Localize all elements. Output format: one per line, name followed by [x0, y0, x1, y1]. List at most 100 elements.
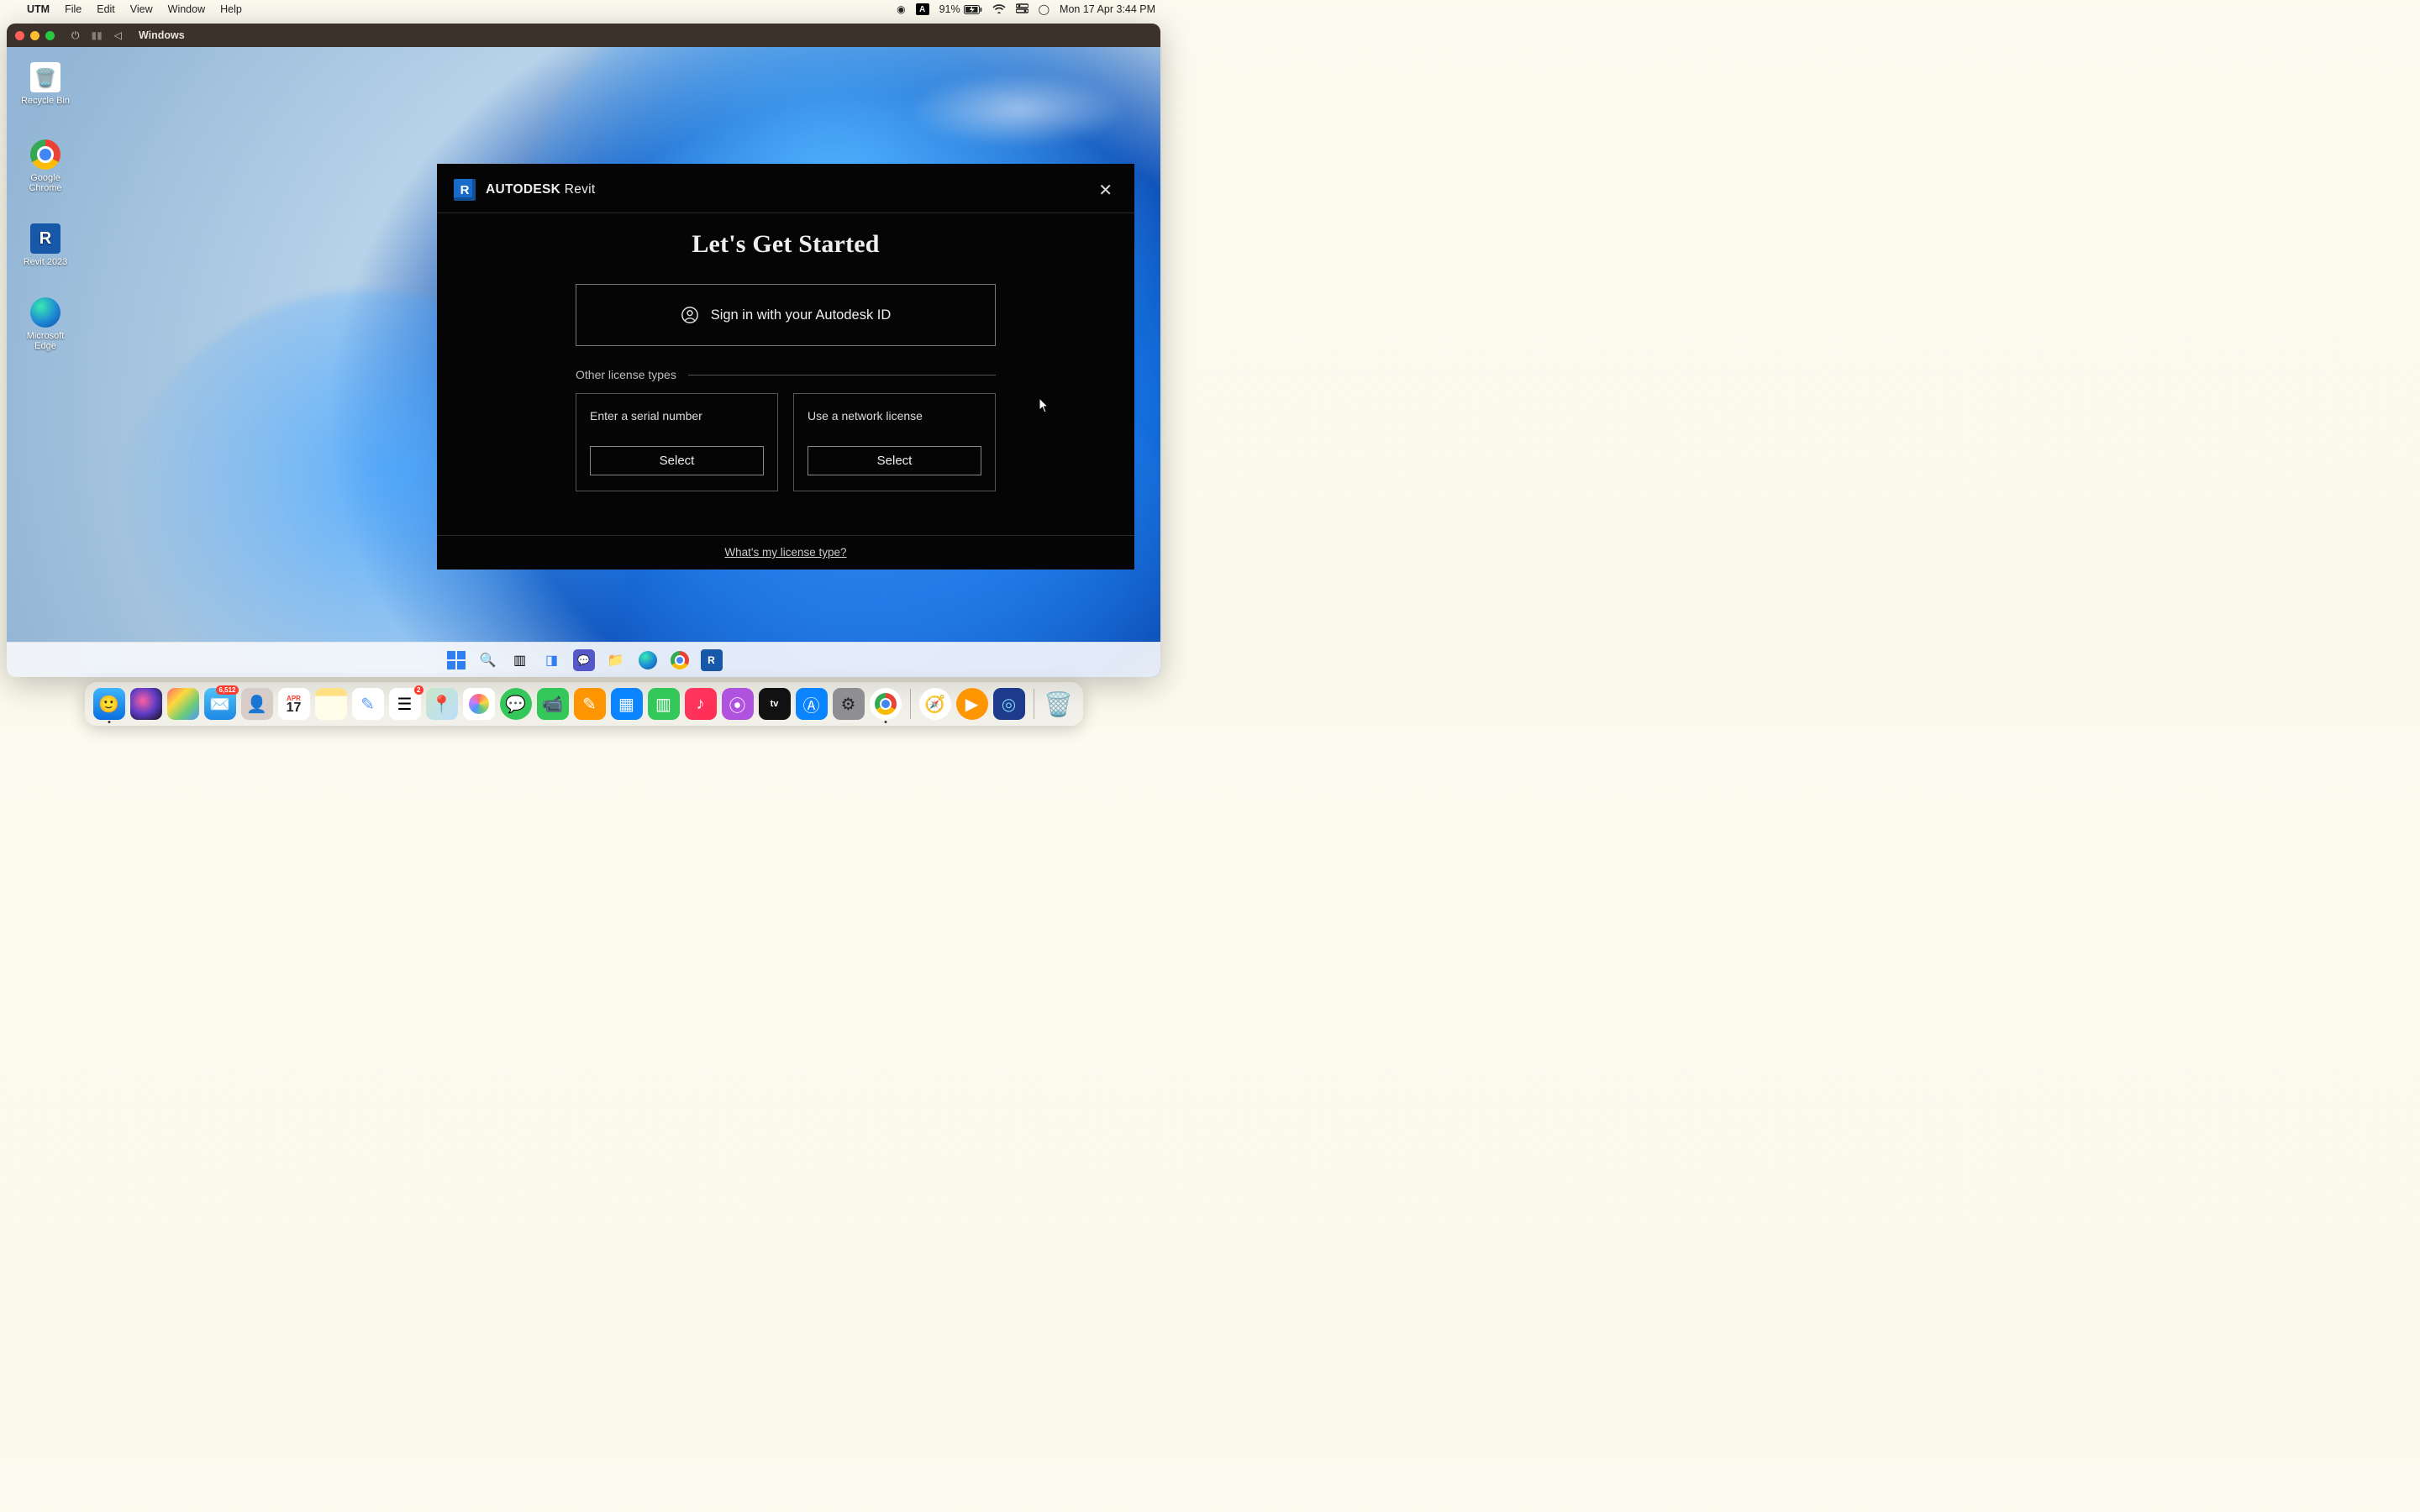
desktop-icon-recycle-bin[interactable]: 🗑️ Recycle Bin [15, 62, 76, 106]
dock-siri-icon[interactable] [130, 688, 162, 720]
edge-icon [30, 297, 60, 328]
card-title: Use a network license [808, 409, 981, 423]
license-type-help-link[interactable]: What's my license type? [724, 546, 846, 559]
task-view-icon[interactable]: ▥ [509, 649, 531, 671]
desktop-icon-label: Microsoft Edge [15, 331, 76, 351]
vm-pause-icon[interactable]: ▮▮ [92, 29, 103, 41]
dock-facetime-icon[interactable]: 📹 [537, 688, 569, 720]
battery-status[interactable]: 91% [939, 3, 982, 15]
desktop-icon-label: Google Chrome [15, 173, 76, 193]
signin-label: Sign in with your Autodesk ID [711, 307, 892, 323]
menu-edit[interactable]: Edit [97, 3, 115, 15]
dock-contacts-icon[interactable]: 👤 [241, 688, 273, 720]
menu-view[interactable]: View [130, 3, 153, 15]
wallpaper-bloom [908, 72, 1127, 148]
dock-music-icon[interactable]: ♪ [685, 688, 717, 720]
mac-menubar: UTM File Edit View Window Help ◉ A 91% ◯… [0, 0, 1167, 18]
menubar-app-name[interactable]: UTM [27, 3, 50, 15]
recycle-bin-icon: 🗑️ [30, 62, 60, 92]
dock-finder-icon[interactable]: 🙂 [93, 688, 125, 720]
taskbar-revit-icon[interactable]: R [701, 649, 723, 671]
card-title: Enter a serial number [590, 409, 764, 423]
dock-photos-icon[interactable] [463, 688, 495, 720]
dock-mail-icon[interactable]: ✉️6,512 [204, 688, 236, 720]
brand-light: Revit [560, 182, 595, 197]
dock-iina-icon[interactable]: ▶ [956, 688, 988, 720]
dock-podcasts-icon[interactable]: ⦿ [722, 688, 754, 720]
dock-numbers-icon[interactable]: ▥ [648, 688, 680, 720]
windows-taskbar: 🔍 ▥ ◨ 💬 📁 R [7, 642, 1160, 677]
brand-bold: AUTODESK [486, 182, 560, 197]
dock-screensaver-icon[interactable]: ◎ [993, 688, 1025, 720]
wifi-icon[interactable] [992, 3, 1006, 16]
chrome-icon [30, 139, 60, 170]
battery-percent: 91% [939, 3, 960, 15]
desktop-icon-edge[interactable]: Microsoft Edge [15, 297, 76, 351]
dock-safari-icon[interactable]: 🧭 [919, 688, 951, 720]
dock-calendar-icon[interactable]: APR17 [278, 688, 310, 720]
dock-pages-icon[interactable]: ✎ [574, 688, 606, 720]
dock-maps-icon[interactable]: 📍 [426, 688, 458, 720]
reminders-badge: 2 [414, 685, 423, 695]
serial-number-card: Enter a serial number Select [576, 393, 778, 491]
screenrec-icon[interactable]: ◉ [897, 3, 905, 15]
menu-window[interactable]: Window [168, 3, 205, 15]
siri-menubar-icon[interactable]: ◯ [1039, 3, 1050, 15]
window-traffic-lights [15, 31, 55, 40]
dialog-close-button[interactable]: ✕ [1098, 180, 1113, 201]
serial-select-button[interactable]: Select [590, 446, 764, 475]
input-source-icon[interactable]: A [916, 3, 929, 15]
desktop-icon-revit[interactable]: R Revit 2023 [15, 223, 76, 267]
dock-launchpad-icon[interactable] [167, 688, 199, 720]
vm-back-icon[interactable]: ◁ [114, 29, 122, 41]
window-minimize-button[interactable] [30, 31, 39, 40]
utm-window: ⏻ ▮▮ ◁ Windows 🗑️ Recycle Bin Google Chr… [7, 24, 1160, 677]
signin-autodesk-button[interactable]: Sign in with your Autodesk ID [576, 284, 996, 346]
revit-license-dialog: R AUTODESK Revit ✕ Let's Get Started Sig… [437, 164, 1134, 570]
revit-logo-icon: R [454, 179, 476, 201]
dock-keynote-icon[interactable]: ▦ [611, 688, 643, 720]
taskbar-edge-icon[interactable] [637, 649, 659, 671]
windows-desktop[interactable]: 🗑️ Recycle Bin Google Chrome R Revit 202… [7, 47, 1160, 677]
dock-chrome-icon[interactable] [870, 688, 902, 720]
taskbar-chat-icon[interactable]: 💬 [573, 649, 595, 671]
network-select-button[interactable]: Select [808, 446, 981, 475]
window-close-button[interactable] [15, 31, 24, 40]
other-license-label: Other license types [576, 368, 676, 381]
dock-notes-icon[interactable] [315, 688, 347, 720]
taskbar-chrome-icon[interactable] [669, 649, 691, 671]
vm-power-icon[interactable]: ⏻ [71, 29, 80, 42]
menu-help[interactable]: Help [220, 3, 242, 15]
taskbar-search-icon[interactable]: 🔍 [477, 649, 499, 671]
desktop-icon-label: Revit 2023 [15, 257, 76, 267]
dock-separator [910, 689, 911, 719]
mail-badge: 6,512 [216, 685, 238, 695]
revit-icon: R [30, 223, 60, 254]
user-icon [681, 306, 699, 324]
dock-appstore-icon[interactable]: Ⓐ [796, 688, 828, 720]
desktop-icon-label: Recycle Bin [15, 96, 76, 106]
network-license-card: Use a network license Select [793, 393, 996, 491]
start-button[interactable] [445, 649, 467, 671]
dock-reminders-icon[interactable]: ☰2 [389, 688, 421, 720]
control-center-icon[interactable] [1016, 3, 1028, 16]
menubar-datetime[interactable]: Mon 17 Apr 3:44 PM [1060, 3, 1155, 15]
dock-trash-icon[interactable]: 🗑️ [1043, 688, 1075, 720]
revit-brand: R AUTODESK Revit [454, 179, 596, 201]
dock-tv-icon[interactable]: tv [759, 688, 791, 720]
mac-dock: 🙂 ✉️6,512 👤 APR17 ✎ ☰2 📍 💬 📹 ✎ ▦ ▥ ♪ ⦿ t… [85, 682, 1083, 726]
cal-day: 17 [287, 702, 302, 714]
utm-titlebar[interactable]: ⏻ ▮▮ ◁ Windows [7, 24, 1160, 47]
window-zoom-button[interactable] [45, 31, 55, 40]
dock-messages-icon[interactable]: 💬 [500, 688, 532, 720]
menu-file[interactable]: File [65, 3, 82, 15]
dock-freeform-icon[interactable]: ✎ [352, 688, 384, 720]
mouse-cursor-icon [1039, 398, 1050, 413]
utm-window-title: Windows [139, 29, 185, 41]
dialog-title: Let's Get Started [437, 230, 1134, 259]
other-license-divider: Other license types [576, 368, 996, 381]
desktop-icon-chrome[interactable]: Google Chrome [15, 139, 76, 193]
taskbar-explorer-icon[interactable]: 📁 [605, 649, 627, 671]
dock-settings-icon[interactable]: ⚙︎ [833, 688, 865, 720]
widgets-icon[interactable]: ◨ [541, 649, 563, 671]
